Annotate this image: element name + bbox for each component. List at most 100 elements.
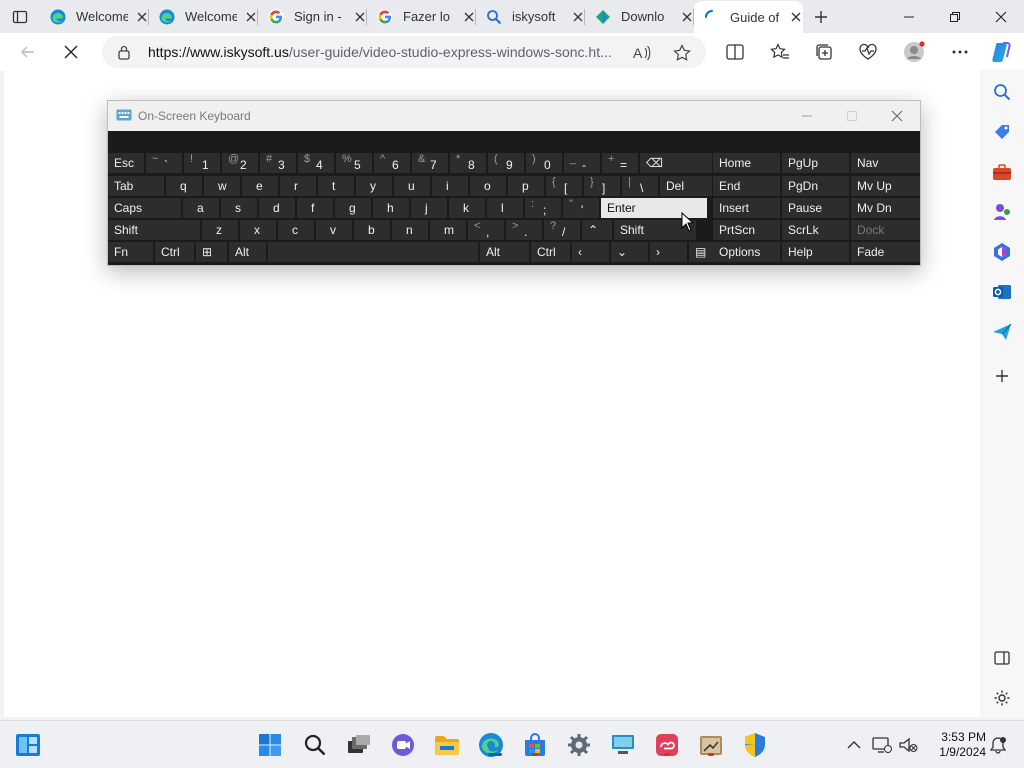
minimize-button[interactable] [886, 0, 932, 33]
osk-key[interactable]: r [280, 176, 316, 196]
osk-key[interactable]: a [183, 198, 219, 218]
osk-key[interactable]: #3 [260, 153, 296, 173]
osk-key[interactable]: & 7 [412, 153, 448, 173]
shopping-tag-icon[interactable] [990, 120, 1014, 144]
sidebar-settings-icon[interactable] [990, 686, 1014, 710]
osk-key[interactable]: " ' [563, 198, 599, 218]
osk-key[interactable]: p [508, 176, 544, 196]
osk-key[interactable]: m [430, 220, 466, 240]
osk-key[interactable] [268, 242, 478, 262]
osk-key[interactable]: ^ 6 [374, 153, 410, 173]
microsoft-store-icon[interactable] [521, 731, 549, 759]
osk-key[interactable]: l [487, 198, 523, 218]
teams-meet-icon[interactable] [389, 731, 417, 759]
close-tab-icon[interactable] [570, 9, 585, 25]
settings-more-icon[interactable] [948, 40, 972, 64]
restore-button[interactable] [932, 0, 978, 33]
osk-key[interactable]: % 5 [336, 153, 372, 173]
osk-key[interactable]: ⌫ [640, 153, 712, 173]
osk-key[interactable]: >. [506, 220, 542, 240]
osk-title-bar[interactable]: On-Screen Keyboard [108, 101, 920, 131]
profile-avatar[interactable] [902, 40, 926, 64]
split-screen-icon[interactable] [723, 40, 747, 64]
osk-key[interactable]: v [316, 220, 352, 240]
osk-nav-key[interactable]: Help [782, 242, 849, 262]
osk-key[interactable]: ⌄ [611, 242, 648, 262]
close-tab-icon[interactable] [352, 9, 367, 25]
creative-cloud-icon[interactable] [653, 731, 681, 759]
osk-key[interactable]: j [411, 198, 447, 218]
copilot-icon[interactable] [990, 40, 1014, 64]
osk-key[interactable]: s [221, 198, 257, 218]
osk-key[interactable]: | \ [622, 176, 658, 196]
favorites-icon[interactable] [768, 40, 792, 64]
osk-nav-key[interactable]: Home [713, 153, 780, 173]
osk-nav-key[interactable]: End [713, 176, 780, 196]
osk-key[interactable]: (9 [488, 153, 524, 173]
osk-key[interactable]: › [650, 242, 687, 262]
osk-key[interactable]: _ - [564, 153, 600, 173]
osk-key[interactable]: b [354, 220, 390, 240]
osk-key[interactable]: Tab [108, 176, 164, 196]
osk-key[interactable]: ) 0 [526, 153, 562, 173]
file-explorer-icon[interactable] [433, 731, 461, 759]
search-icon[interactable] [301, 731, 329, 759]
osk-nav-key[interactable]: Dock [851, 220, 920, 240]
osk-key[interactable]: Caps [108, 198, 181, 218]
lock-icon[interactable] [117, 44, 131, 65]
search-icon[interactable] [990, 80, 1014, 104]
add-sidebar-app-icon[interactable] [990, 364, 1014, 388]
osk-key[interactable]: y [356, 176, 392, 196]
osk-minimize-button[interactable] [784, 101, 830, 131]
osk-key[interactable]: w [204, 176, 240, 196]
browser-tab[interactable]: Guide of [694, 0, 803, 34]
osk-key[interactable]: :; [525, 198, 561, 218]
close-tab-icon[interactable] [788, 9, 803, 25]
remote-desktop-icon[interactable] [609, 731, 637, 759]
browser-tab[interactable]: Sign in - [258, 1, 367, 33]
tab-actions-menu-button[interactable] [0, 0, 40, 33]
new-tab-button[interactable] [803, 0, 839, 33]
close-window-button[interactable] [978, 0, 1024, 33]
osk-key[interactable]: q [166, 176, 202, 196]
osk-nav-key[interactable]: PgDn [782, 176, 849, 196]
osk-key[interactable]: @2 [222, 153, 258, 173]
back-button[interactable] [12, 37, 44, 67]
osk-key[interactable]: ⊞ [196, 242, 227, 262]
widgets-icon[interactable] [14, 731, 42, 759]
browser-tab[interactable]: iskysoft [476, 1, 585, 33]
address-bar[interactable]: https://www.iskysoft.us/user-guide/video… [102, 36, 706, 68]
osk-key[interactable]: c [278, 220, 314, 240]
osk-key[interactable]: d [259, 198, 295, 218]
favorite-star-icon[interactable] [672, 43, 692, 63]
browser-essentials-icon[interactable] [856, 40, 880, 64]
close-tab-icon[interactable] [679, 9, 694, 25]
browser-tab[interactable]: Welcome [40, 1, 149, 33]
settings-gear-icon[interactable] [565, 731, 593, 759]
osk-key[interactable]: g [335, 198, 371, 218]
osk-key[interactable]: * 8 [450, 153, 486, 173]
osk-key[interactable]: t [318, 176, 354, 196]
browser-tab[interactable]: Welcome [149, 1, 258, 33]
task-view-icon[interactable] [345, 731, 373, 759]
osk-nav-key[interactable]: ScrLk [782, 220, 849, 240]
osk-nav-key[interactable]: Nav [851, 153, 920, 173]
osk-nav-key[interactable]: PrtScn [713, 220, 780, 240]
osk-close-button[interactable] [874, 101, 920, 131]
close-tab-icon[interactable] [243, 9, 258, 25]
system-clock[interactable]: 3:53 PM 1/9/2024 [930, 730, 986, 760]
archive-tool-icon[interactable] [697, 731, 725, 759]
osk-key[interactable]: Shift [108, 220, 200, 240]
outlook-icon[interactable] [990, 280, 1014, 304]
microsoft-365-icon[interactable] [990, 240, 1014, 264]
osk-key[interactable]: k [449, 198, 485, 218]
osk-key[interactable]: ? / [544, 220, 580, 240]
osk-key[interactable]: <, [468, 220, 504, 240]
edge-browser-icon[interactable] [477, 731, 505, 759]
osk-key[interactable]: u [394, 176, 430, 196]
osk-nav-key[interactable]: Mv Dn [851, 198, 920, 218]
osk-key[interactable]: ! 1 [184, 153, 220, 173]
osk-key[interactable]: {[ [546, 176, 582, 196]
network-display-icon[interactable] [870, 735, 894, 755]
osk-nav-key[interactable]: Insert [713, 198, 780, 218]
